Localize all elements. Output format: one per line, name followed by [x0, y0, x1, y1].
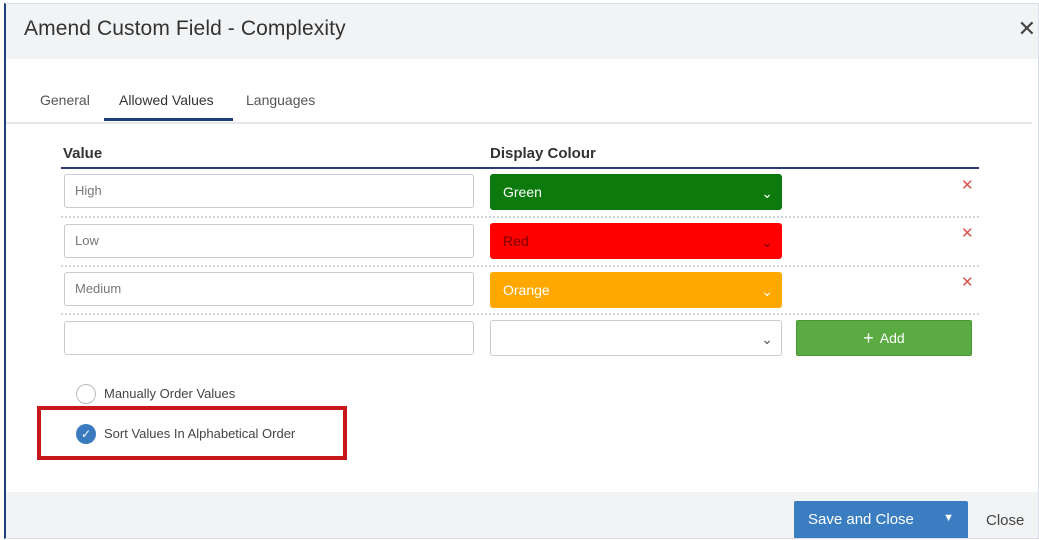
close-button[interactable]: Close: [986, 512, 1024, 529]
active-tab-indicator: [104, 118, 233, 121]
row-divider: [61, 216, 979, 218]
add-value-button[interactable]: + Add: [796, 320, 972, 356]
radio-unchecked-icon[interactable]: [76, 384, 96, 404]
chevron-down-icon: ⌄: [761, 234, 773, 250]
tab-bar: General Allowed Values Languages: [6, 82, 1032, 124]
row-divider: [61, 313, 979, 315]
save-button-label: Save and Close: [808, 511, 914, 528]
colour-select-label: Green: [503, 184, 542, 200]
colour-select-label: Orange: [503, 282, 550, 298]
value-input-row-3[interactable]: Medium: [64, 272, 474, 306]
new-value-input[interactable]: [64, 321, 474, 355]
remove-row-1-icon[interactable]: ✕: [961, 176, 974, 194]
column-header-display-colour: Display Colour: [490, 145, 596, 162]
column-header-value: Value: [63, 145, 103, 162]
tab-general[interactable]: General: [40, 92, 90, 108]
plus-icon: +: [863, 328, 874, 348]
chevron-down-icon: ⌄: [761, 283, 773, 299]
chevron-down-icon: ⌄: [761, 185, 773, 201]
dialog-header: Amend Custom Field - Complexity: [6, 4, 1038, 59]
colour-select-row-2[interactable]: Red ⌄: [490, 223, 782, 259]
remove-row-3-icon[interactable]: ✕: [961, 273, 974, 291]
value-input-row-2[interactable]: Low: [64, 224, 474, 258]
header-divider: [61, 167, 979, 169]
dialog-title: Amend Custom Field - Complexity: [24, 17, 346, 40]
remove-row-2-icon[interactable]: ✕: [961, 224, 974, 242]
save-and-close-button[interactable]: Save and Close ▼: [794, 501, 968, 538]
close-icon[interactable]: ✕: [1018, 16, 1036, 42]
tab-languages[interactable]: Languages: [246, 92, 315, 108]
manual-order-label: Manually Order Values: [104, 386, 236, 401]
amend-custom-field-dialog: Amend Custom Field - Complexity ✕ Genera…: [4, 3, 1039, 539]
colour-select-row-3[interactable]: Orange ⌄: [490, 272, 782, 308]
chevron-down-icon: ⌄: [761, 331, 773, 347]
add-button-label: Add: [879, 330, 905, 346]
caret-down-icon[interactable]: ▼: [943, 512, 954, 524]
colour-select-label: Red: [503, 233, 529, 249]
value-input-row-1[interactable]: High: [64, 174, 474, 208]
highlight-annotation-box: [37, 406, 347, 460]
colour-select-row-1[interactable]: Green ⌄: [490, 174, 782, 210]
row-divider: [61, 265, 979, 267]
new-colour-select[interactable]: ⌄: [490, 320, 782, 356]
tab-allowed-values[interactable]: Allowed Values: [119, 92, 214, 108]
